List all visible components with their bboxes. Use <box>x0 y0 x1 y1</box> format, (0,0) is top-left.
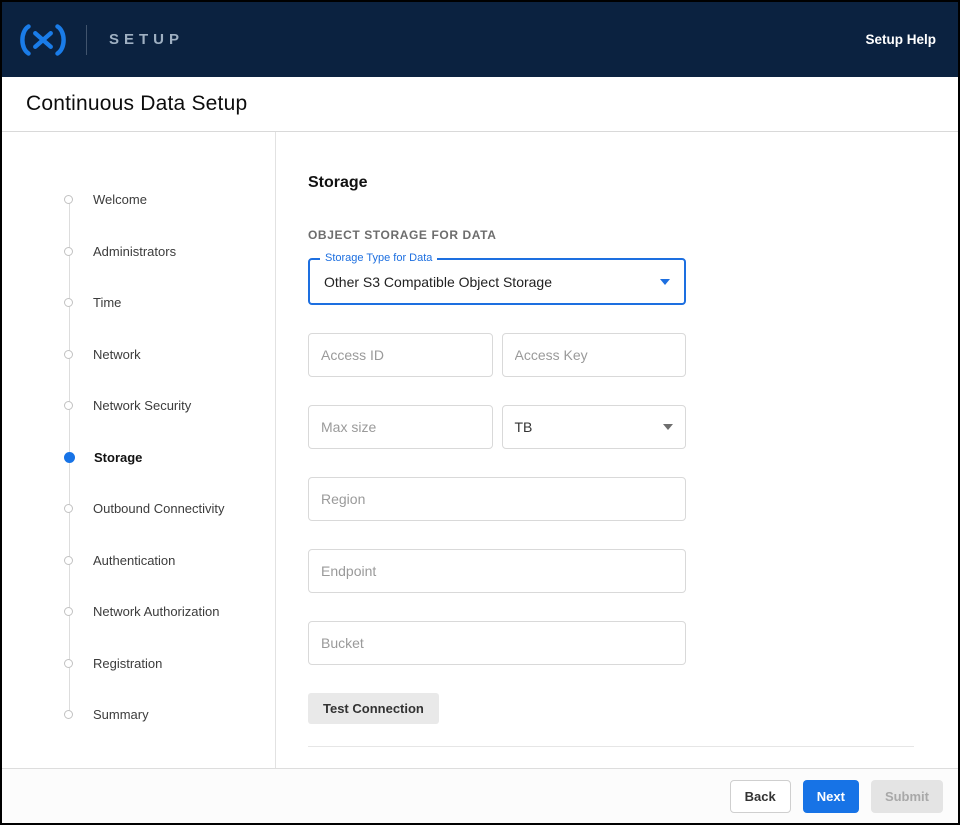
step-label: Administrators <box>93 244 176 259</box>
region-input[interactable] <box>308 477 686 521</box>
step-label: Network Security <box>93 398 191 413</box>
step-dot <box>64 710 73 719</box>
step-label: Network Authorization <box>93 604 219 619</box>
size-unit-value: TB <box>515 419 664 435</box>
setup-stepper: Welcome Administrators Time Network Netw… <box>64 174 275 741</box>
submit-button[interactable]: Submit <box>871 780 943 813</box>
setup-sidebar: Welcome Administrators Time Network Netw… <box>2 132 276 768</box>
step-label: Registration <box>93 656 162 671</box>
step-dot <box>64 659 73 668</box>
object-storage-section-label: OBJECT STORAGE FOR DATA <box>308 228 914 242</box>
delphix-logo-icon <box>16 22 70 58</box>
endpoint-input[interactable] <box>308 549 686 593</box>
stepper-item-outbound-connectivity[interactable]: Outbound Connectivity <box>64 483 275 535</box>
size-unit-select[interactable]: TB <box>502 405 687 449</box>
bucket-input[interactable] <box>308 621 686 665</box>
page-title: Continuous Data Setup <box>26 92 247 116</box>
stepper-item-network-authorization[interactable]: Network Authorization <box>64 586 275 638</box>
title-bar: Continuous Data Setup <box>2 77 958 132</box>
storage-form: Storage OBJECT STORAGE FOR DATA Storage … <box>276 132 958 768</box>
stepper-item-authentication[interactable]: Authentication <box>64 535 275 587</box>
stepper-item-welcome[interactable]: Welcome <box>64 174 275 226</box>
section-heading: Storage <box>308 174 914 192</box>
setup-wordmark: SETUP <box>109 31 184 48</box>
credentials-row <box>308 333 686 377</box>
app-window: SETUP Setup Help Continuous Data Setup W… <box>0 0 960 825</box>
step-dot <box>64 556 73 565</box>
step-label: Network <box>93 347 141 362</box>
step-dot <box>64 350 73 359</box>
stepper-item-network[interactable]: Network <box>64 329 275 381</box>
step-label: Summary <box>93 707 149 722</box>
storage-type-value: Other S3 Compatible Object Storage <box>324 274 660 290</box>
storage-type-float-label: Storage Type for Data <box>320 252 437 264</box>
step-dot-active <box>64 452 75 463</box>
step-label: Storage <box>94 450 142 465</box>
top-bar: SETUP Setup Help <box>2 2 958 77</box>
stepper-item-administrators[interactable]: Administrators <box>64 226 275 278</box>
storage-type-select[interactable]: Storage Type for Data Other S3 Compatibl… <box>308 258 686 305</box>
step-dot <box>64 298 73 307</box>
footer-action-bar: Back Next Submit <box>2 768 958 823</box>
stepper-item-summary[interactable]: Summary <box>64 689 275 741</box>
step-label: Outbound Connectivity <box>93 501 225 516</box>
test-connection-button[interactable]: Test Connection <box>308 693 439 724</box>
chevron-down-icon <box>660 279 670 285</box>
stepper-item-registration[interactable]: Registration <box>64 638 275 690</box>
chevron-down-icon <box>663 424 673 430</box>
step-dot <box>64 247 73 256</box>
step-dot <box>64 504 73 513</box>
content-divider <box>308 746 914 747</box>
step-dot <box>64 401 73 410</box>
step-label: Time <box>93 295 121 310</box>
stepper-item-time[interactable]: Time <box>64 277 275 329</box>
back-button[interactable]: Back <box>730 780 791 813</box>
setup-help-link[interactable]: Setup Help <box>865 32 936 47</box>
step-label: Welcome <box>93 192 147 207</box>
content-area: Welcome Administrators Time Network Netw… <box>2 132 958 768</box>
step-dot <box>64 195 73 204</box>
stepper-item-storage[interactable]: Storage <box>64 432 275 484</box>
access-key-input[interactable] <box>502 333 687 377</box>
next-button[interactable]: Next <box>803 780 859 813</box>
max-size-row: TB <box>308 405 686 449</box>
max-size-input[interactable] <box>308 405 493 449</box>
stepper-item-network-security[interactable]: Network Security <box>64 380 275 432</box>
step-label: Authentication <box>93 553 175 568</box>
step-dot <box>64 607 73 616</box>
header-divider <box>86 25 87 55</box>
access-id-input[interactable] <box>308 333 493 377</box>
